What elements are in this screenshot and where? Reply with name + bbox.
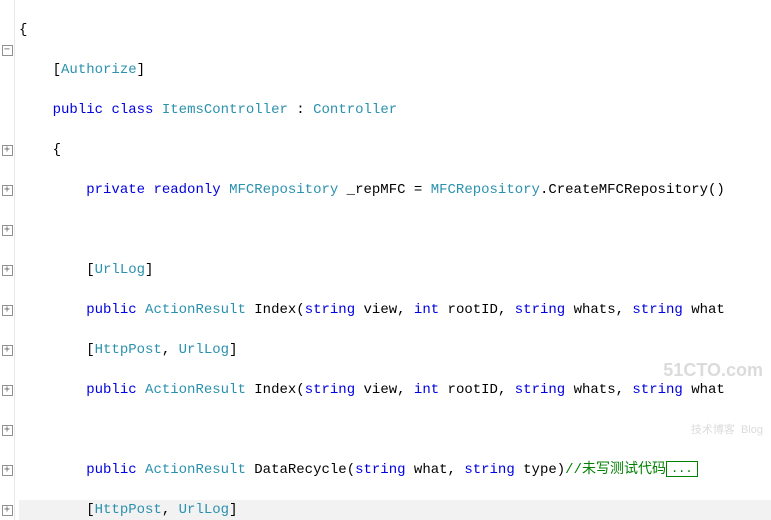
gutter-row[interactable]: + [0, 460, 14, 480]
gutter-row[interactable]: + [0, 260, 14, 280]
gutter-row[interactable]: + [0, 380, 14, 400]
gutter-row [0, 320, 14, 340]
expand-icon[interactable]: + [2, 505, 13, 516]
gutter-row [0, 240, 14, 260]
code-line [19, 220, 771, 240]
collapse-icon[interactable]: − [2, 45, 13, 56]
gutter-row[interactable]: + [0, 140, 14, 160]
gutter-row[interactable]: + [0, 180, 14, 200]
gutter-row [0, 280, 14, 300]
fold-ellipsis-icon[interactable]: ... [666, 461, 698, 477]
expand-icon[interactable]: + [2, 345, 13, 356]
gutter-row[interactable]: + [0, 340, 14, 360]
gutter-row [0, 20, 14, 40]
code-line: { [19, 20, 771, 40]
gutter-row [0, 80, 14, 100]
gutter-row[interactable]: + [0, 420, 14, 440]
code-line: private readonly MFCRepository _repMFC =… [19, 180, 771, 200]
gutter-row[interactable]: + [0, 500, 14, 520]
code-line: public ActionResult Index(string view, i… [19, 380, 771, 400]
watermark-main: 51CTO.com [663, 360, 763, 380]
gutter-row [0, 120, 14, 140]
code-line: [UrlLog] [19, 260, 771, 280]
expand-icon[interactable]: + [2, 185, 13, 196]
code-line: public ActionResult DataRecycle(string w… [19, 460, 771, 480]
code-line: { [19, 140, 771, 160]
gutter-row[interactable]: + [0, 300, 14, 320]
gutter-row [0, 440, 14, 460]
expand-icon[interactable]: + [2, 465, 13, 476]
gutter-row [0, 400, 14, 420]
expand-icon[interactable]: + [2, 145, 13, 156]
expand-icon[interactable]: + [2, 225, 13, 236]
code-editor: − + + + + + + + + + + { [Authorize] publ… [0, 0, 771, 520]
code-area[interactable]: { [Authorize] public class ItemsControll… [15, 0, 771, 520]
gutter-row [0, 60, 14, 80]
code-line: [Authorize] [19, 60, 771, 80]
expand-icon[interactable]: + [2, 425, 13, 436]
code-line: [HttpPost, UrlLog] [19, 500, 771, 520]
code-line: public class ItemsController : Controlle… [19, 100, 771, 120]
gutter-row [0, 480, 14, 500]
gutter-row [0, 100, 14, 120]
code-line: [HttpPost, UrlLog] [19, 340, 771, 360]
expand-icon[interactable]: + [2, 305, 13, 316]
gutter-row [0, 200, 14, 220]
code-line: public ActionResult Index(string view, i… [19, 300, 771, 320]
gutter-row[interactable]: − [0, 40, 14, 60]
gutter-row [0, 0, 14, 20]
gutter-row [0, 360, 14, 380]
code-line [19, 420, 771, 440]
expand-icon[interactable]: + [2, 385, 13, 396]
gutter-row[interactable]: + [0, 220, 14, 240]
gutter-row [0, 160, 14, 180]
folding-gutter: − + + + + + + + + + + [0, 0, 15, 520]
expand-icon[interactable]: + [2, 265, 13, 276]
